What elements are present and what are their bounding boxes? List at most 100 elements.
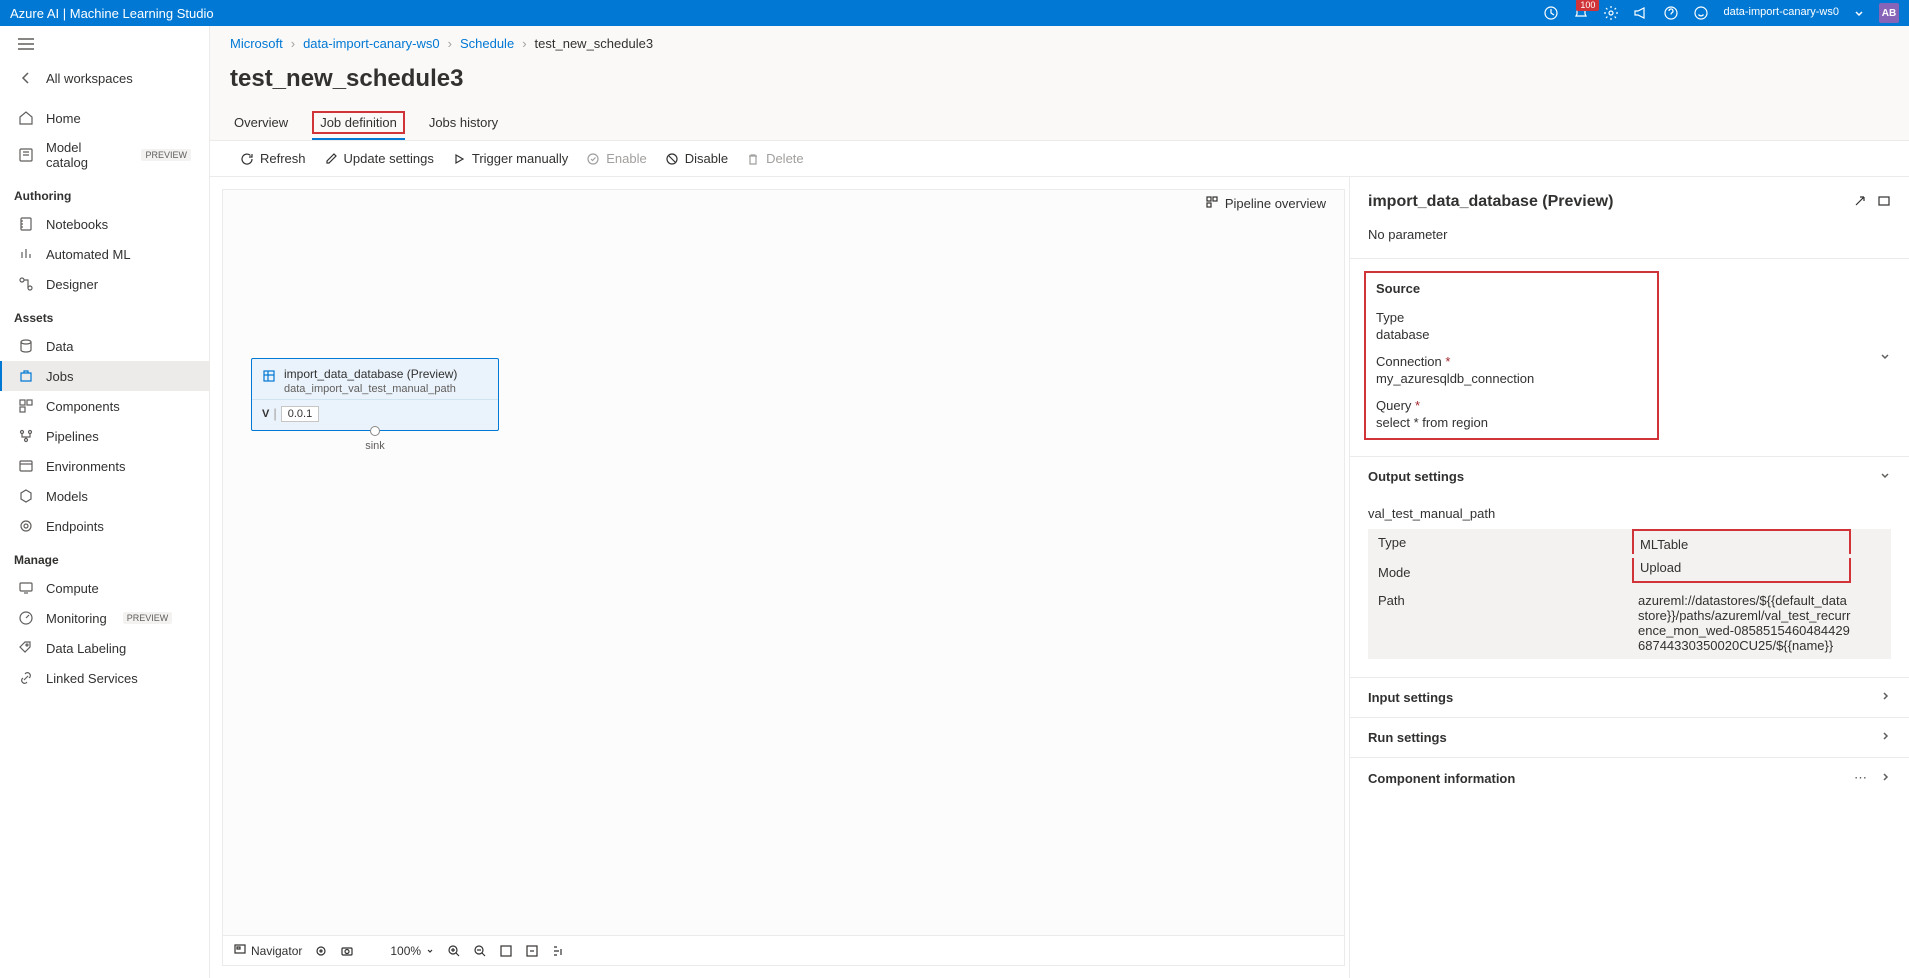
source-section-header[interactable]: Source Type database Connection * my_azu…	[1350, 259, 1909, 456]
sidebar-item-environments[interactable]: Environments	[0, 451, 209, 481]
component-info-section[interactable]: Component information ⋯	[1350, 757, 1909, 798]
sidebar-label: Data Labeling	[46, 641, 126, 656]
version-value: 0.0.1	[281, 406, 319, 422]
sidebar-item-linkedservices[interactable]: Linked Services	[0, 663, 209, 693]
sidebar-label: Components	[46, 399, 120, 414]
smile-icon[interactable]	[1693, 5, 1709, 21]
sidebar-label: Home	[46, 111, 81, 126]
connection-label: Connection *	[1376, 354, 1647, 369]
chevron-right-icon	[1879, 730, 1891, 745]
output-path-val: azureml://datastores/${{default_datastor…	[1638, 593, 1881, 653]
port-label: sink	[365, 440, 385, 452]
panel-title: import_data_database (Preview)	[1368, 193, 1613, 211]
output-path-key: Path	[1378, 593, 1638, 653]
chevron-right-icon: ›	[291, 36, 295, 51]
sidebar-item-model-catalog[interactable]: Model catalog PREVIEW	[0, 133, 209, 177]
catalog-icon	[18, 147, 34, 163]
output-table: Type MLTable Mode Upload Path azureml://…	[1368, 529, 1891, 659]
source-section-title: Source	[1376, 281, 1647, 296]
output-port[interactable]	[370, 426, 380, 436]
maximize-icon[interactable]	[1877, 194, 1891, 211]
chevron-down-icon[interactable]	[1853, 7, 1865, 19]
preview-tag: PREVIEW	[141, 149, 191, 161]
sidebar-item-datalabeling[interactable]: Data Labeling	[0, 633, 209, 663]
run-section-title: Run settings	[1368, 730, 1447, 745]
sidebar-label: Notebooks	[46, 217, 108, 232]
type-label: Type	[1376, 310, 1647, 325]
output-settings-section: Output settings val_test_manual_path Typ…	[1350, 456, 1909, 659]
run-settings-section[interactable]: Run settings	[1350, 717, 1909, 757]
sidebar-item-monitoring[interactable]: Monitoring PREVIEW	[0, 603, 209, 633]
breadcrumb-link[interactable]: Microsoft	[230, 36, 283, 51]
target-button[interactable]	[314, 944, 328, 958]
pipeline-node[interactable]: import_data_database (Preview) data_impo…	[251, 358, 499, 431]
chevron-right-icon	[1879, 771, 1891, 786]
breadcrumb-link[interactable]: Schedule	[460, 36, 514, 51]
sidebar-item-compute[interactable]: Compute	[0, 573, 209, 603]
canvas[interactable]: Pipeline overview import_data_database (…	[222, 189, 1345, 966]
actual-size-button[interactable]	[525, 944, 539, 958]
clock-icon[interactable]	[1543, 5, 1559, 21]
sidebar-item-pipelines[interactable]: Pipelines	[0, 421, 209, 451]
gear-icon[interactable]	[1603, 5, 1619, 21]
data-icon	[18, 338, 34, 354]
sidebar-item-models[interactable]: Models	[0, 481, 209, 511]
toolbar-label: Disable	[685, 151, 728, 166]
expand-diagonal-icon[interactable]	[1853, 194, 1867, 211]
sidebar-item-home[interactable]: Home	[0, 103, 209, 133]
endpoints-icon	[18, 518, 34, 534]
toolbar: Refresh Update settings Trigger manually…	[210, 141, 1909, 177]
more-icon[interactable]: ⋯	[1854, 770, 1867, 786]
toolbar-label: Update settings	[344, 151, 434, 166]
sidebar-item-notebooks[interactable]: Notebooks	[0, 209, 209, 239]
navigator-toggle[interactable]: Navigator	[233, 942, 302, 959]
play-icon	[452, 152, 466, 166]
fit-screen-button[interactable]	[499, 944, 513, 958]
sidebar-item-components[interactable]: Components	[0, 391, 209, 421]
zoom-in-button[interactable]	[447, 944, 461, 958]
arrow-left-icon	[18, 70, 34, 86]
screenshot-button[interactable]	[340, 944, 354, 958]
sidebar-item-data[interactable]: Data	[0, 331, 209, 361]
tabs: Overview Job definition Jobs history	[210, 107, 1909, 141]
tab-jobs-history[interactable]: Jobs history	[425, 107, 502, 140]
sidebar-item-endpoints[interactable]: Endpoints	[0, 511, 209, 541]
sidebar-item-automl[interactable]: Automated ML	[0, 239, 209, 269]
query-label: Query *	[1376, 398, 1647, 413]
sidebar-all-workspaces[interactable]: All workspaces	[0, 63, 209, 93]
zoom-out-button[interactable]	[473, 944, 487, 958]
header-bar: Azure AI | Machine Learning Studio 100 d…	[0, 0, 1909, 26]
sidebar: All workspaces Home Model catalog PREVIE…	[0, 26, 210, 978]
pipeline-overview-button[interactable]: Pipeline overview	[1199, 189, 1332, 218]
sidebar-label: Endpoints	[46, 519, 104, 534]
refresh-button[interactable]: Refresh	[240, 151, 306, 166]
sidebar-item-jobs[interactable]: Jobs	[0, 361, 209, 391]
tab-job-definition[interactable]: Job definition	[312, 107, 405, 140]
notebook-icon	[18, 216, 34, 232]
check-circle-icon	[586, 152, 600, 166]
notifications-icon[interactable]: 100	[1573, 5, 1589, 21]
hamburger-button[interactable]	[0, 34, 209, 63]
update-settings-button[interactable]: Update settings	[324, 151, 434, 166]
trigger-button[interactable]: Trigger manually	[452, 151, 568, 166]
autolayout-button[interactable]	[551, 944, 565, 958]
disable-button[interactable]: Disable	[665, 151, 728, 166]
breadcrumb-link[interactable]: data-import-canary-ws0	[303, 36, 440, 51]
overview-icon	[1205, 195, 1219, 212]
megaphone-icon[interactable]	[1633, 5, 1649, 21]
preview-tag: PREVIEW	[123, 612, 173, 624]
zoom-level[interactable]: 100%	[390, 944, 435, 958]
sidebar-label: Linked Services	[46, 671, 138, 686]
output-mode-val: Upload	[1640, 560, 1681, 575]
workspace-selector[interactable]: data-import-canary-ws0	[1723, 6, 1839, 19]
input-section-title: Input settings	[1368, 690, 1453, 705]
toolbar-label: Trigger manually	[472, 151, 568, 166]
tab-overview[interactable]: Overview	[230, 107, 292, 140]
avatar[interactable]: AB	[1879, 3, 1899, 23]
input-settings-section[interactable]: Input settings	[1350, 677, 1909, 717]
sidebar-item-designer[interactable]: Designer	[0, 269, 209, 299]
help-icon[interactable]	[1663, 5, 1679, 21]
sidebar-label: Environments	[46, 459, 125, 474]
output-section-title: Output settings	[1368, 469, 1464, 484]
output-section-header[interactable]: Output settings	[1350, 457, 1909, 496]
